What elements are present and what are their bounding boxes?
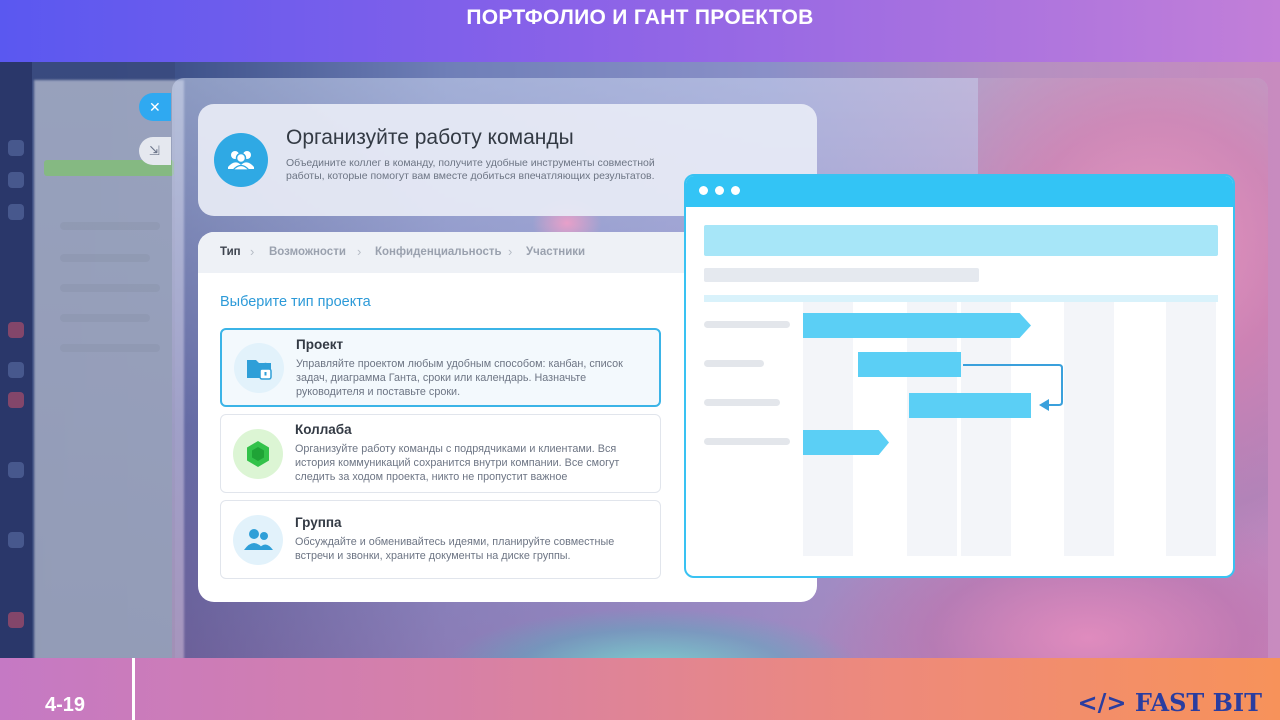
option-group[interactable]: Группа Обсуждайте и обменивайтесь идеями… (220, 500, 661, 579)
top-banner: ПОРТФОЛИО И ГАНТ ПРОЕКТОВ (0, 0, 1280, 62)
dependency-arrow-icon (963, 364, 1063, 411)
option-project[interactable]: Проект Управляйте проектом любым удобным… (220, 328, 661, 407)
slide-number: 4-19 (45, 694, 86, 716)
step-type[interactable]: Тип (220, 246, 241, 258)
close-icon: ✕ (149, 99, 161, 115)
gantt-illustration (684, 174, 1235, 578)
header-title: Организуйте работу команды (286, 126, 574, 149)
slide-title: ПОРТФОЛИО И ГАНТ ПРОЕКТОВ (466, 6, 814, 29)
step-members[interactable]: Участники (526, 246, 585, 258)
footer-bar: 4-19 </> FAST BIT (0, 658, 1280, 720)
option-collab-title: Коллаба (295, 422, 352, 437)
option-collab-description: Организуйте работу команды с подрядчикам… (295, 443, 620, 483)
folder-lock-icon (234, 343, 284, 393)
choose-type-title: Выберите тип проекта (220, 294, 371, 310)
option-collab[interactable]: Коллаба Организуйте работу команды с под… (220, 414, 661, 493)
team-icon (214, 133, 268, 187)
option-group-title: Группа (295, 515, 342, 530)
collapse-button[interactable]: ⇲ (139, 137, 171, 165)
option-group-description: Обсуждайте и обменивайтесь идеями, плани… (295, 536, 615, 562)
step-features[interactable]: Возможности (269, 246, 346, 258)
chevron-right-icon: › (508, 244, 513, 259)
header-description: Объедините коллег в команду, получите уд… (286, 157, 655, 182)
close-button[interactable]: ✕ (139, 93, 171, 121)
step-privacy[interactable]: Конфиденциальность (375, 246, 502, 258)
chevron-right-icon: › (250, 244, 255, 259)
fastbit-logo: </> FAST BIT (1077, 688, 1262, 717)
option-project-description: Управляйте проектом любым удобным способ… (296, 358, 623, 398)
chevron-right-icon: › (357, 244, 362, 259)
hexagon-icon (233, 429, 283, 479)
group-icon (233, 515, 283, 565)
option-project-title: Проект (296, 337, 344, 352)
collapse-arrow-icon: ⇲ (149, 143, 160, 158)
